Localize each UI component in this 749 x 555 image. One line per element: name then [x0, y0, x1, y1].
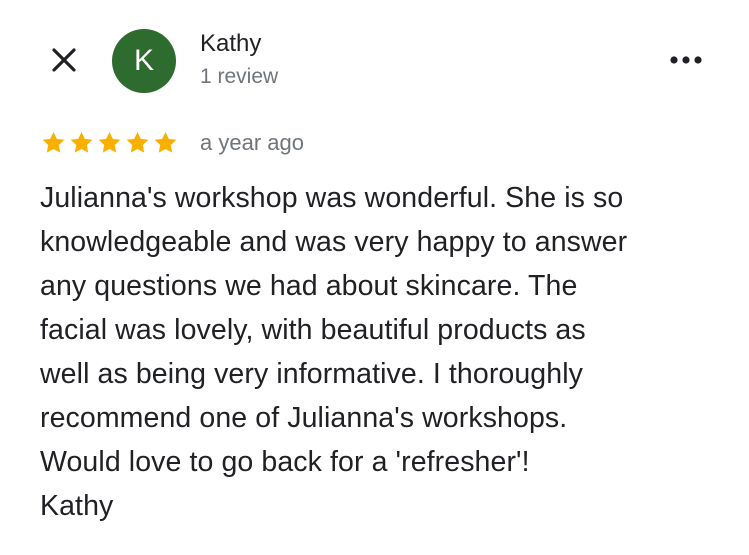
review-count: 1 review — [200, 65, 279, 88]
reviewer-name[interactable]: Kathy — [200, 30, 261, 58]
avatar[interactable]: K — [112, 29, 176, 93]
close-icon — [52, 48, 76, 72]
more-options-button[interactable] — [662, 46, 710, 74]
more-horizontal-icon — [670, 56, 702, 64]
rating-row: a year ago — [40, 126, 304, 160]
star-icon — [124, 130, 151, 156]
star-rating — [40, 130, 180, 156]
close-button[interactable] — [44, 40, 84, 80]
star-icon — [40, 130, 67, 156]
star-icon — [96, 130, 123, 156]
star-icon — [152, 130, 179, 156]
review-card: K Kathy 1 review a year ago Julianna's w… — [0, 0, 749, 555]
review-text: Julianna's workshop was wonderful. She i… — [40, 182, 628, 522]
star-icon — [68, 130, 95, 156]
avatar-initial: K — [133, 44, 154, 77]
review-timestamp: a year ago — [200, 130, 304, 155]
